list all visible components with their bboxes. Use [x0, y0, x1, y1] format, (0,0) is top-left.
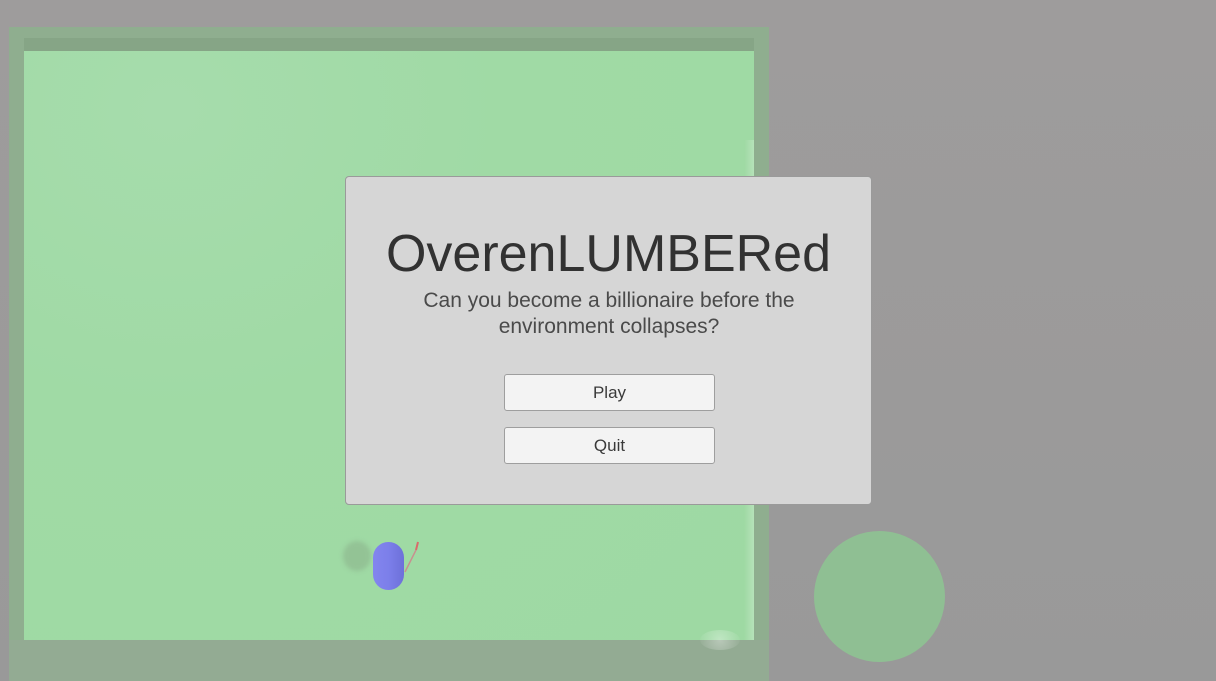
play-button[interactable]: Play: [504, 374, 715, 411]
player-shadow: [343, 541, 371, 571]
quit-button[interactable]: Quit: [504, 427, 715, 464]
ground-top-shadow: [24, 38, 754, 52]
light-glow: [700, 630, 740, 650]
player-capsule: [373, 542, 404, 590]
axe-icon: [404, 541, 419, 573]
main-menu-panel: OverenLUMBERed Can you become a billiona…: [345, 176, 872, 505]
game-title: OverenLUMBERed: [385, 225, 832, 283]
game-subtitle: Can you become a billionaire before the …: [423, 289, 795, 338]
game-scene: OverenLUMBERed Can you become a billiona…: [0, 0, 1216, 681]
round-object: [814, 531, 945, 662]
ground-bottom-border: [9, 640, 769, 681]
